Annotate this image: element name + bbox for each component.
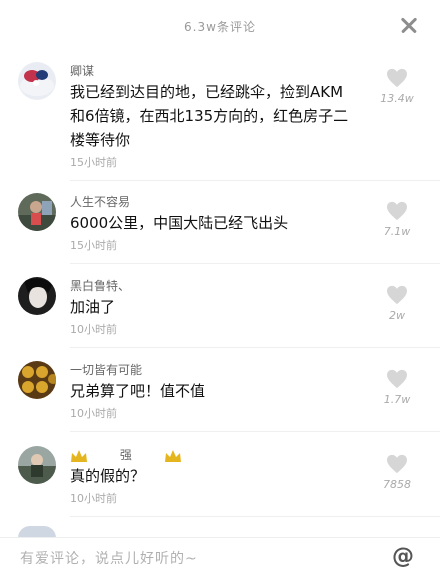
comment-text: 兄弟算了吧！值不值 (70, 382, 206, 400)
like-count: 1.7w (383, 393, 411, 406)
like-button[interactable]: 7858 (372, 454, 422, 491)
comment-time: 10小时前 (70, 323, 117, 336)
comment-count-title: 6.3w条评论 (184, 20, 256, 34)
comment-time: 10小时前 (70, 492, 117, 505)
avatar[interactable] (18, 62, 56, 100)
divider (70, 180, 440, 181)
comment-text: 6000公里，中国大陆已经飞出头 (70, 214, 289, 232)
like-count: 7.1w (383, 225, 411, 238)
avatar[interactable] (18, 193, 56, 231)
like-count: 13.4w (380, 92, 414, 105)
heart-icon (387, 454, 407, 474)
avatar[interactable] (18, 277, 56, 315)
like-button[interactable]: 2w (372, 285, 422, 322)
comment-item: 强 真的假的？ 10小时前 7858 (0, 446, 440, 516)
heart-icon (387, 369, 407, 389)
heart-icon (387, 201, 407, 221)
like-button[interactable]: 1.7w (372, 369, 422, 406)
comment-text: 加油了 (70, 298, 116, 316)
crown-icon (71, 449, 87, 462)
crown-icon (164, 449, 181, 462)
comment-text: 真的假的？ (70, 467, 146, 485)
like-button[interactable]: 13.4w (372, 68, 422, 105)
divider (70, 431, 440, 432)
username[interactable]: 人生不容易 (70, 193, 130, 210)
comment-item: 人生不容易 6000公里，中国大陆已经飞出头 15小时前 7.1w (0, 193, 440, 263)
comment-time: 15小时前 (70, 156, 117, 169)
username[interactable]: 黑白鲁特、 (70, 277, 130, 294)
divider (70, 516, 440, 517)
comments-header: 6.3w条评论 (0, 0, 440, 52)
close-icon[interactable] (396, 12, 422, 38)
comment-item: 卿谋 我已经到达目的地，已经跳伞，捡到AKM和6倍镜，在西北135方向的，红色房… (0, 62, 440, 180)
heart-icon (387, 285, 407, 305)
comment-item: 一切皆有可能 兄弟算了吧！值不值 10小时前 1.7w (0, 361, 440, 431)
comment-time: 15小时前 (70, 239, 117, 252)
mention-button[interactable]: @ (392, 544, 414, 569)
comment-text: 我已经到达目的地，已经跳伞，捡到AKM和6倍镜，在西北135方向的，红色房子二楼… (70, 83, 349, 149)
like-count: 2w (389, 309, 405, 322)
username[interactable]: 强 (70, 446, 200, 463)
heart-icon (387, 68, 407, 88)
divider (70, 347, 440, 348)
comment-input-bar: 有爱评论，说点儿好听的~ @ (0, 537, 440, 576)
like-button[interactable]: 7.1w (372, 201, 422, 238)
comment-input[interactable]: 有爱评论，说点儿好听的~ (20, 548, 198, 568)
comment-time: 10小时前 (70, 407, 117, 420)
divider (70, 263, 440, 264)
like-count: 7858 (383, 478, 411, 491)
avatar[interactable] (18, 361, 56, 399)
avatar[interactable] (18, 446, 56, 484)
comment-item: 黑白鲁特、 加油了 10小时前 2w (0, 277, 440, 347)
username[interactable]: 一切皆有可能 (70, 361, 142, 378)
username[interactable]: 卿谋 (70, 62, 94, 79)
